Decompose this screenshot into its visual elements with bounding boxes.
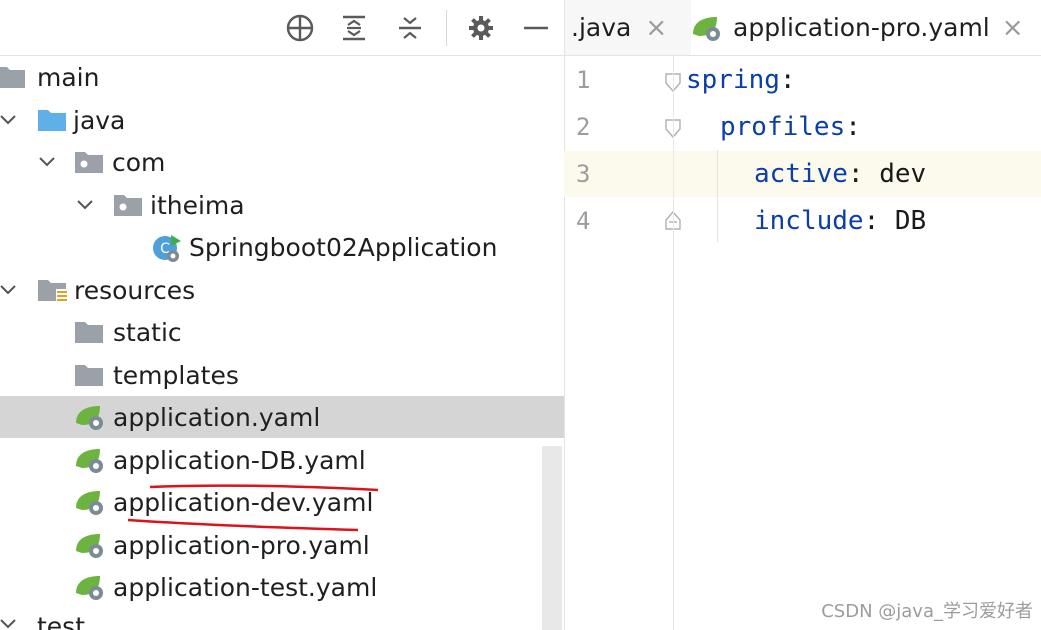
minimize-icon[interactable] (520, 12, 552, 44)
tree-item-label: java (73, 105, 126, 135)
spring-yaml-icon (691, 14, 727, 42)
spring-yaml-icon (74, 446, 104, 473)
chevron-down-icon[interactable] (0, 614, 18, 630)
folder-icon (0, 64, 26, 90)
yaml-value: dev (879, 159, 927, 189)
code-line-4[interactable]: include: DB (564, 199, 1041, 245)
chevron-down-icon[interactable] (0, 110, 18, 130)
watermark: CSDN @java_学习爱好者 (821, 601, 1033, 622)
tree-item-application-pro-yaml[interactable]: application-pro.yaml (0, 524, 564, 566)
tree-item-label: templates (113, 360, 239, 390)
yaml-value: DB (894, 206, 927, 236)
tree-item-label: com (112, 147, 166, 177)
source-folder-icon (37, 107, 67, 133)
yaml-key: include (754, 206, 864, 236)
tree-item-main[interactable]: main (0, 56, 564, 98)
tree-item-label: resources (74, 275, 196, 305)
tree-item-application-db-yaml[interactable]: application-DB.yaml (0, 439, 564, 481)
tree-item-label: application-test.yaml (113, 572, 378, 602)
tree-item-resources[interactable]: resources (0, 269, 564, 311)
tab-java[interactable]: .java × (571, 0, 667, 55)
yaml-separator: : (863, 206, 895, 236)
tree-item-java[interactable]: java (0, 99, 564, 141)
tree-item-application-yaml[interactable]: application.yaml (0, 396, 564, 438)
gear-icon[interactable] (465, 12, 497, 44)
collapse-all-icon[interactable] (394, 12, 426, 44)
yaml-key: active (754, 159, 848, 189)
spring-yaml-icon (74, 488, 104, 515)
tree-item-springboot02application[interactable]: C Springboot02Application (0, 226, 564, 268)
close-icon[interactable]: × (1002, 13, 1024, 43)
tree-item-static[interactable]: static (0, 311, 564, 353)
project-panel: main java com itheima C Springboot02Appl… (0, 0, 564, 630)
tab-application-pro-yaml[interactable]: application-pro.yaml × (691, 0, 1041, 55)
spring-yaml-icon (74, 573, 104, 600)
crosshair-icon[interactable] (284, 12, 316, 44)
tree-item-application-test-yaml[interactable]: application-test.yaml (0, 566, 564, 608)
tree-item-itheima[interactable]: itheima (0, 184, 564, 226)
chevron-down-icon[interactable] (37, 152, 57, 172)
package-icon (113, 192, 143, 218)
tree-item-label: main (37, 62, 100, 92)
folder-icon (74, 319, 104, 345)
yaml-separator: : (779, 65, 796, 95)
resources-folder-icon (37, 277, 68, 303)
spring-yaml-icon (74, 531, 104, 558)
tree-item-label: application-DB.yaml (113, 445, 366, 475)
yaml-separator: : (847, 159, 880, 189)
chevron-down-icon[interactable] (0, 280, 18, 300)
tree-item-label: Springboot02Application (189, 232, 498, 262)
tree-item-application-dev-yaml[interactable]: application-dev.yaml (0, 481, 564, 523)
code-line-3[interactable]: active: dev (564, 152, 1041, 198)
spring-yaml-icon (74, 403, 104, 430)
tree-item-label: application.yaml (113, 402, 321, 432)
project-scrollbar[interactable] (542, 446, 562, 630)
yaml-key: spring (686, 65, 780, 95)
spring-boot-class-icon: C (151, 232, 181, 262)
tree-item-label: static (113, 317, 182, 347)
editor-tab-bar: .java × application-pro.yaml × (565, 0, 1041, 56)
tree-item-com[interactable]: com (0, 141, 564, 183)
tree-item-test[interactable]: test (0, 608, 564, 630)
expand-all-icon[interactable] (338, 12, 370, 44)
close-icon[interactable]: × (645, 13, 667, 43)
tree-item-label: application-dev.yaml (113, 487, 374, 517)
tree-item-label: application-pro.yaml (113, 530, 370, 560)
yaml-key: profiles (720, 112, 846, 142)
tab-label: .java (571, 13, 632, 42)
tree-item-label: test (37, 612, 86, 630)
tree-item-templates[interactable]: templates (0, 354, 564, 396)
code-line-1[interactable]: spring: (564, 58, 1041, 104)
chevron-down-icon[interactable] (75, 195, 95, 215)
folder-icon (74, 362, 104, 388)
tab-label: application-pro.yaml (733, 13, 990, 42)
code-line-2[interactable]: profiles: (564, 105, 1041, 151)
package-icon (74, 149, 104, 175)
toolbar-separator (446, 10, 447, 46)
yaml-separator: : (845, 112, 861, 142)
tree-item-label: itheima (150, 190, 245, 220)
project-toolbar (0, 0, 564, 56)
